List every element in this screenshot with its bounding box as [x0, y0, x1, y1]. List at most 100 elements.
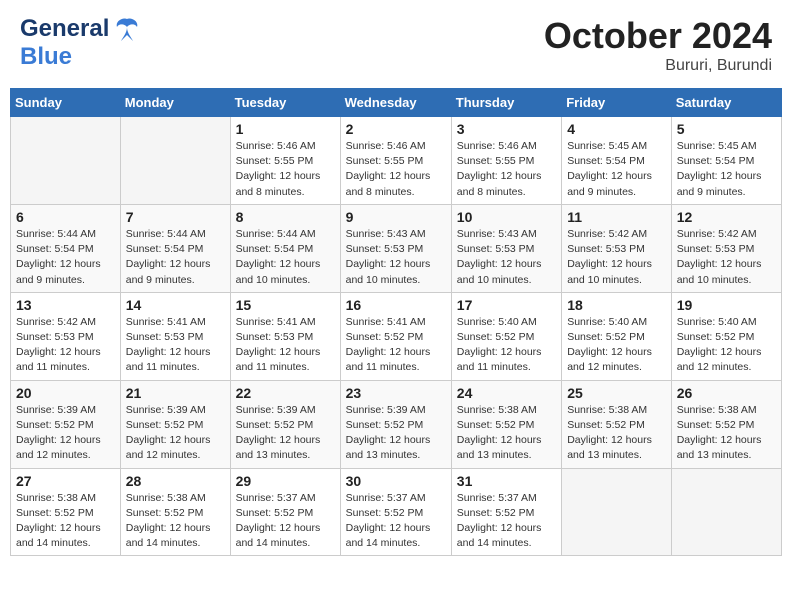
day-info: Sunrise: 5:44 AM Sunset: 5:54 PM Dayligh… [16, 227, 115, 288]
calendar-cell: 17 Sunrise: 5:40 AM Sunset: 5:52 PM Dayl… [451, 292, 561, 380]
sunrise-label: Sunrise: 5:45 AM [677, 140, 757, 152]
sunrise-label: Sunrise: 5:45 AM [567, 140, 647, 152]
daylight-label: Daylight: 12 hours and 9 minutes. [677, 170, 762, 197]
weekday-header-wednesday: Wednesday [340, 89, 451, 117]
daylight-label: Daylight: 12 hours and 11 minutes. [346, 346, 431, 373]
day-info: Sunrise: 5:38 AM Sunset: 5:52 PM Dayligh… [126, 491, 225, 552]
day-number: 26 [677, 385, 776, 401]
sunset-label: Sunset: 5:52 PM [236, 507, 314, 519]
calendar-cell: 8 Sunrise: 5:44 AM Sunset: 5:54 PM Dayli… [230, 204, 340, 292]
calendar-cell: 21 Sunrise: 5:39 AM Sunset: 5:52 PM Dayl… [120, 380, 230, 468]
calendar-cell: 1 Sunrise: 5:46 AM Sunset: 5:55 PM Dayli… [230, 117, 340, 205]
weekday-header-saturday: Saturday [671, 89, 781, 117]
week-row-4: 20 Sunrise: 5:39 AM Sunset: 5:52 PM Dayl… [11, 380, 782, 468]
calendar-cell: 10 Sunrise: 5:43 AM Sunset: 5:53 PM Dayl… [451, 204, 561, 292]
day-number: 24 [457, 385, 556, 401]
sunrise-label: Sunrise: 5:42 AM [677, 228, 757, 240]
calendar-cell: 31 Sunrise: 5:37 AM Sunset: 5:52 PM Dayl… [451, 468, 561, 556]
day-info: Sunrise: 5:37 AM Sunset: 5:52 PM Dayligh… [457, 491, 556, 552]
sunset-label: Sunset: 5:54 PM [567, 155, 645, 167]
sunset-label: Sunset: 5:54 PM [236, 243, 314, 255]
weekday-header-tuesday: Tuesday [230, 89, 340, 117]
sunset-label: Sunset: 5:52 PM [677, 331, 755, 343]
sunrise-label: Sunrise: 5:44 AM [126, 228, 206, 240]
daylight-label: Daylight: 12 hours and 10 minutes. [236, 258, 321, 285]
sunset-label: Sunset: 5:55 PM [236, 155, 314, 167]
weekday-header-sunday: Sunday [11, 89, 121, 117]
calendar-cell: 29 Sunrise: 5:37 AM Sunset: 5:52 PM Dayl… [230, 468, 340, 556]
logo-blue: Blue [20, 43, 72, 71]
day-info: Sunrise: 5:42 AM Sunset: 5:53 PM Dayligh… [16, 315, 115, 376]
calendar-cell: 24 Sunrise: 5:38 AM Sunset: 5:52 PM Dayl… [451, 380, 561, 468]
day-info: Sunrise: 5:37 AM Sunset: 5:52 PM Dayligh… [346, 491, 446, 552]
sunrise-label: Sunrise: 5:41 AM [346, 316, 426, 328]
sunrise-label: Sunrise: 5:46 AM [346, 140, 426, 152]
logo: General Blue [20, 15, 141, 71]
day-info: Sunrise: 5:45 AM Sunset: 5:54 PM Dayligh… [677, 139, 776, 200]
daylight-label: Daylight: 12 hours and 12 minutes. [567, 346, 652, 373]
day-info: Sunrise: 5:46 AM Sunset: 5:55 PM Dayligh… [346, 139, 446, 200]
day-number: 11 [567, 209, 666, 225]
sunset-label: Sunset: 5:52 PM [346, 331, 424, 343]
day-number: 1 [236, 121, 335, 137]
daylight-label: Daylight: 12 hours and 11 minutes. [457, 346, 542, 373]
calendar-cell: 25 Sunrise: 5:38 AM Sunset: 5:52 PM Dayl… [562, 380, 672, 468]
day-number: 2 [346, 121, 446, 137]
day-info: Sunrise: 5:46 AM Sunset: 5:55 PM Dayligh… [236, 139, 335, 200]
sunrise-label: Sunrise: 5:37 AM [457, 492, 537, 504]
day-info: Sunrise: 5:41 AM Sunset: 5:53 PM Dayligh… [126, 315, 225, 376]
sunset-label: Sunset: 5:52 PM [677, 419, 755, 431]
daylight-label: Daylight: 12 hours and 11 minutes. [16, 346, 101, 373]
sunset-label: Sunset: 5:52 PM [126, 507, 204, 519]
day-number: 29 [236, 473, 335, 489]
day-number: 21 [126, 385, 225, 401]
sunrise-label: Sunrise: 5:42 AM [16, 316, 96, 328]
day-number: 17 [457, 297, 556, 313]
week-row-1: 1 Sunrise: 5:46 AM Sunset: 5:55 PM Dayli… [11, 117, 782, 205]
bird-icon [113, 15, 141, 43]
day-info: Sunrise: 5:42 AM Sunset: 5:53 PM Dayligh… [567, 227, 666, 288]
daylight-label: Daylight: 12 hours and 13 minutes. [346, 434, 431, 461]
day-info: Sunrise: 5:42 AM Sunset: 5:53 PM Dayligh… [677, 227, 776, 288]
day-info: Sunrise: 5:41 AM Sunset: 5:52 PM Dayligh… [346, 315, 446, 376]
sunset-label: Sunset: 5:53 PM [126, 331, 204, 343]
day-number: 30 [346, 473, 446, 489]
sunset-label: Sunset: 5:52 PM [346, 419, 424, 431]
day-info: Sunrise: 5:37 AM Sunset: 5:52 PM Dayligh… [236, 491, 335, 552]
sunset-label: Sunset: 5:52 PM [457, 331, 535, 343]
daylight-label: Daylight: 12 hours and 14 minutes. [457, 522, 542, 549]
daylight-label: Daylight: 12 hours and 9 minutes. [126, 258, 211, 285]
day-info: Sunrise: 5:39 AM Sunset: 5:52 PM Dayligh… [236, 403, 335, 464]
daylight-label: Daylight: 12 hours and 13 minutes. [677, 434, 762, 461]
week-row-5: 27 Sunrise: 5:38 AM Sunset: 5:52 PM Dayl… [11, 468, 782, 556]
day-info: Sunrise: 5:44 AM Sunset: 5:54 PM Dayligh… [126, 227, 225, 288]
sunrise-label: Sunrise: 5:41 AM [236, 316, 316, 328]
sunset-label: Sunset: 5:52 PM [567, 419, 645, 431]
day-number: 9 [346, 209, 446, 225]
day-number: 10 [457, 209, 556, 225]
sunrise-label: Sunrise: 5:37 AM [236, 492, 316, 504]
sunrise-label: Sunrise: 5:46 AM [457, 140, 537, 152]
sunset-label: Sunset: 5:52 PM [16, 507, 94, 519]
daylight-label: Daylight: 12 hours and 14 minutes. [236, 522, 321, 549]
daylight-label: Daylight: 12 hours and 14 minutes. [346, 522, 431, 549]
sunrise-label: Sunrise: 5:38 AM [457, 404, 537, 416]
daylight-label: Daylight: 12 hours and 8 minutes. [236, 170, 321, 197]
day-number: 27 [16, 473, 115, 489]
sunrise-label: Sunrise: 5:41 AM [126, 316, 206, 328]
sunrise-label: Sunrise: 5:39 AM [236, 404, 316, 416]
day-info: Sunrise: 5:38 AM Sunset: 5:52 PM Dayligh… [567, 403, 666, 464]
calendar-cell: 5 Sunrise: 5:45 AM Sunset: 5:54 PM Dayli… [671, 117, 781, 205]
sunrise-label: Sunrise: 5:39 AM [16, 404, 96, 416]
sunrise-label: Sunrise: 5:37 AM [346, 492, 426, 504]
logo-general: General [20, 15, 109, 43]
day-info: Sunrise: 5:38 AM Sunset: 5:52 PM Dayligh… [677, 403, 776, 464]
daylight-label: Daylight: 12 hours and 11 minutes. [236, 346, 321, 373]
sunset-label: Sunset: 5:52 PM [16, 419, 94, 431]
sunset-label: Sunset: 5:53 PM [457, 243, 535, 255]
day-info: Sunrise: 5:39 AM Sunset: 5:52 PM Dayligh… [126, 403, 225, 464]
calendar-cell: 11 Sunrise: 5:42 AM Sunset: 5:53 PM Dayl… [562, 204, 672, 292]
calendar-cell: 6 Sunrise: 5:44 AM Sunset: 5:54 PM Dayli… [11, 204, 121, 292]
sunrise-label: Sunrise: 5:38 AM [126, 492, 206, 504]
sunrise-label: Sunrise: 5:46 AM [236, 140, 316, 152]
